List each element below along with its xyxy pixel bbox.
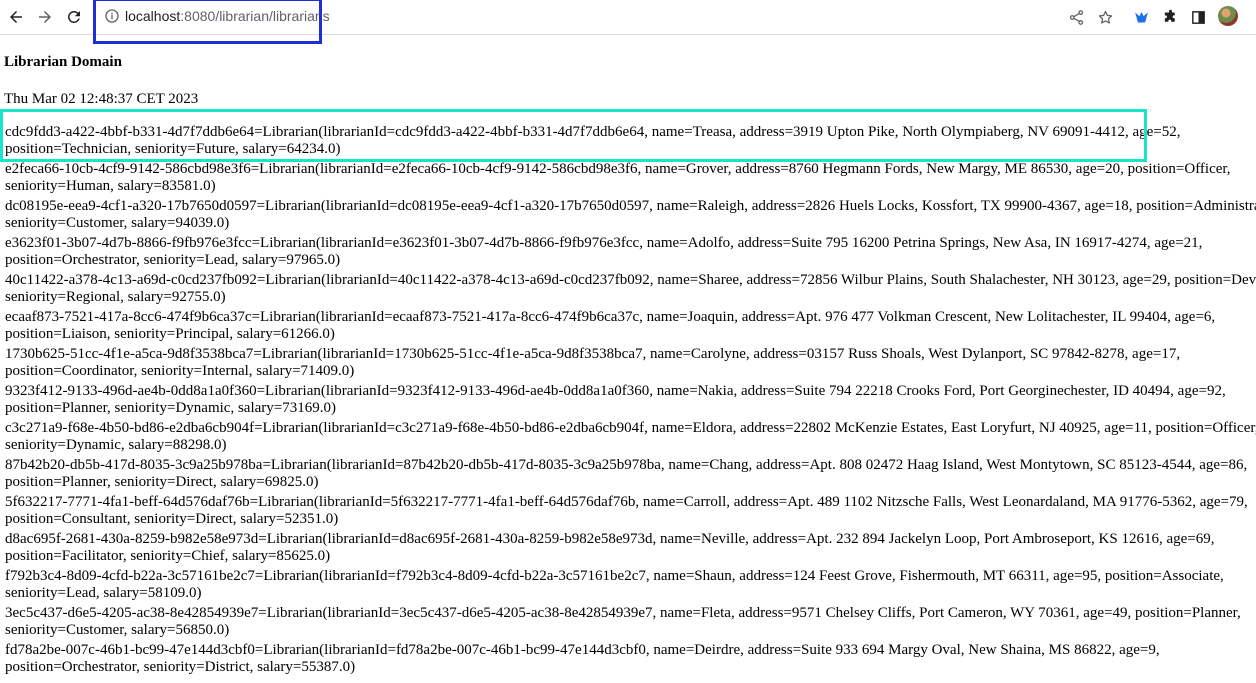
row-line-1: dc08195e-eea9-4cf1-a320-17b7650d0597=Lib… [5,198,1256,214]
list-item: 9323f412-9133-496d-ae4b-0dd8a1a0f360=Lib… [5,383,1256,420]
list-item: ecaaf873-7521-417a-8cc6-474f9b6ca37c=Lib… [5,309,1256,346]
row-line-1: d8ac695f-2681-430a-8259-b982e58e973d=Lib… [5,531,1215,547]
list-item: 5f632217-7771-4fa1-beff-64d576daf76b=Lib… [5,494,1256,531]
star-icon [1098,10,1112,24]
row-line-2: position=Facilitator, seniority=Chief, s… [5,548,331,564]
row-line-2: position=Coordinator, seniority=Internal… [5,363,355,379]
row-line-2: seniority=Regional, salary=92755.0) [5,289,226,305]
row-line-2: position=Technician, seniority=Future, s… [5,141,341,157]
row-line-1: 1730b625-51cc-4f1e-a5ca-9d8f3538bca7=Lib… [5,346,1181,362]
row-line-1: c3c271a9-f68e-4b50-bd86-e2dba6cb904f=Lib… [5,420,1256,436]
share-button[interactable] [1066,7,1086,27]
row-line-2: seniority=Human, salary=83581.0) [5,178,216,194]
reload-icon [67,10,80,23]
list-item: e2feca66-10cb-4cf9-9142-586cbd98e3f6=Lib… [5,161,1256,198]
row-line-2: position=Liaison, seniority=Principal, s… [5,326,335,342]
list-item: c3c271a9-f68e-4b50-bd86-e2dba6cb904f=Lib… [5,420,1256,457]
row-line-1: ecaaf873-7521-417a-8cc6-474f9b6ca37c=Lib… [5,309,1216,325]
bookmark-button[interactable] [1095,7,1115,27]
librarian-list: cdc9fdd3-a422-4bbf-b331-4d7f7ddb6e64=Lib… [5,124,1256,679]
page-date: Thu Mar 02 12:48:37 CET 2023 [4,91,199,107]
url-path: :8080/librarian/librarians [180,8,330,24]
list-item: fd78a2be-007c-46b1-bc99-47e144d3cbf0=Lib… [5,642,1256,679]
row-line-1: 40c11422-a378-4c13-a69d-c0cd237fb092=Lib… [5,272,1256,288]
row-line-1: 3ec5c437-d6e5-4205-ac38-8e42854939e7=Lib… [5,605,1241,621]
url-text[interactable]: localhost:8080/librarian/librarians [125,8,330,25]
bird-icon [1134,11,1148,22]
row-line-2: seniority=Lead, salary=58109.0) [5,585,202,601]
row-line-1: f792b3c4-8d09-4cfd-b22a-3c57161be2c7=Lib… [5,568,1224,584]
url-host: localhost [125,8,181,24]
row-line-2: position=Consultant, seniority=Direct, s… [5,511,339,527]
list-item: e3623f01-3b07-4d7b-8866-f9fb976e3fcc=Lib… [5,235,1256,272]
row-line-1: fd78a2be-007c-46b1-bc99-47e144d3cbf0=Lib… [5,642,1160,658]
list-item: dc08195e-eea9-4cf1-a320-17b7650d0597=Lib… [5,198,1256,235]
info-icon[interactable] [104,8,120,24]
row-line-1: 9323f412-9133-496d-ae4b-0dd8a1a0f360=Lib… [5,383,1226,399]
arrow-right-icon [39,11,51,23]
row-line-1: cdc9fdd3-a422-4bbf-b331-4d7f7ddb6e64=Lib… [5,124,1181,140]
arrow-left-icon [10,11,22,23]
list-item: f792b3c4-8d09-4cfd-b22a-3c57161be2c7=Lib… [5,568,1256,605]
row-line-2: seniority=Dynamic, salary=88298.0) [5,437,227,453]
share-icon [1069,9,1083,25]
row-line-1: 5f632217-7771-4fa1-beff-64d576daf76b=Lib… [5,494,1248,510]
back-button[interactable] [4,5,28,29]
row-line-1: 87b42b20-db5b-417d-8035-3c9a25b978ba=Lib… [5,457,1248,473]
page-title: Librarian Domain [4,54,122,70]
list-item: 87b42b20-db5b-417d-8035-3c9a25b978ba=Lib… [5,457,1256,494]
list-item: 1730b625-51cc-4f1e-a5ca-9d8f3538bca7=Lib… [5,346,1256,383]
row-line-2: seniority=Customer, salary=94039.0) [5,215,230,231]
row-line-1: e2feca66-10cb-4cf9-9142-586cbd98e3f6=Lib… [5,161,1231,177]
forward-button[interactable] [33,5,57,29]
list-item: 3ec5c437-d6e5-4205-ac38-8e42854939e7=Lib… [5,605,1256,642]
puzzle-icon [1164,9,1175,22]
browser-toolbar: localhost:8080/librarian/librarians [0,0,1256,35]
row-line-2: position=Planner, seniority=Dynamic, sal… [5,400,336,416]
row-line-2: position=Orchestrator, seniority=Lead, s… [5,252,341,268]
extension-button[interactable] [1131,7,1151,27]
row-line-2: position=Orchestrator, seniority=Distric… [5,659,356,675]
side-panel-icon [1191,10,1205,24]
profile-avatar[interactable] [1218,6,1238,26]
list-item: 40c11422-a378-4c13-a69d-c0cd237fb092=Lib… [5,272,1256,309]
list-item: cdc9fdd3-a422-4bbf-b331-4d7f7ddb6e64=Lib… [5,124,1256,161]
extensions-menu-button[interactable] [1160,7,1180,27]
side-panel-button[interactable] [1188,7,1208,27]
reload-button[interactable] [62,5,86,29]
list-item: d8ac695f-2681-430a-8259-b982e58e973d=Lib… [5,531,1256,568]
row-line-2: seniority=Customer, salary=56850.0) [5,622,230,638]
row-line-2: position=Planner, seniority=Direct, sala… [5,474,319,490]
row-line-1: e3623f01-3b07-4d7b-8866-f9fb976e3fcc=Lib… [5,235,1203,251]
